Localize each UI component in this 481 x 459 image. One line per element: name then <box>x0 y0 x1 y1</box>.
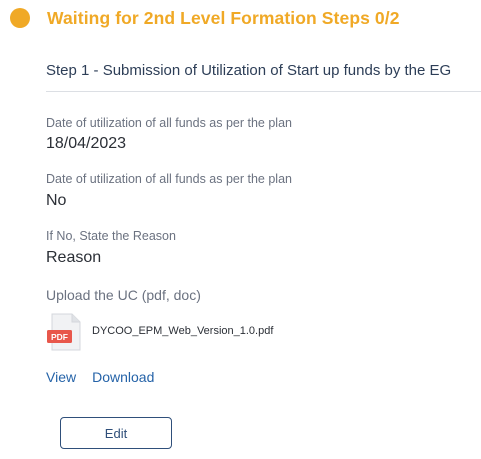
pdf-file-icon: PDF <box>46 313 82 351</box>
status-header: Waiting for 2nd Level Formation Steps 0/… <box>10 7 400 29</box>
field-value-utilization-status: No <box>46 192 67 209</box>
file-actions: View Download <box>46 369 154 385</box>
divider <box>46 91 481 92</box>
uploaded-file: PDF DYCOO_EPM_Web_Version_1.0.pdf <box>46 313 273 351</box>
field-label-reason: If No, State the Reason <box>46 229 176 243</box>
formation-step-panel: Waiting for 2nd Level Formation Steps 0/… <box>0 0 481 459</box>
download-link[interactable]: Download <box>92 369 154 385</box>
field-value-reason: Reason <box>46 249 102 266</box>
status-title: Waiting for 2nd Level Formation Steps 0/… <box>47 7 400 28</box>
upload-label: Upload the UC (pdf, doc) <box>46 287 201 303</box>
field-label-utilization-date: Date of utilization of all funds as per … <box>46 116 292 130</box>
status-dot-icon <box>10 8 30 28</box>
field-label-utilization-status: Date of utilization of all funds as per … <box>46 172 292 186</box>
view-link[interactable]: View <box>46 369 76 385</box>
pdf-badge-text: PDF <box>51 332 68 342</box>
edit-button[interactable]: Edit <box>60 417 172 449</box>
file-name: DYCOO_EPM_Web_Version_1.0.pdf <box>92 325 274 337</box>
step-title: Step 1 - Submission of Utilization of St… <box>46 62 452 79</box>
field-value-utilization-date: 18/04/2023 <box>46 135 127 152</box>
